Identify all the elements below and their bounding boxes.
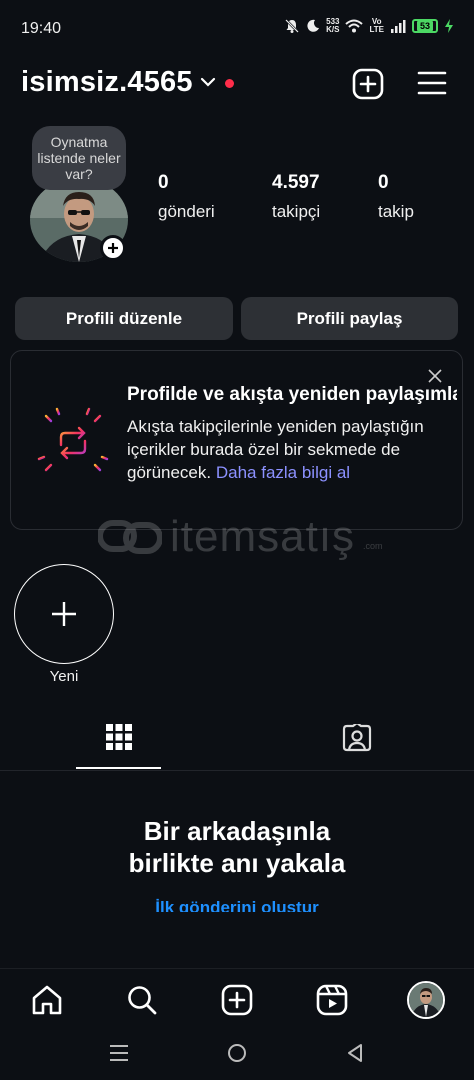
card-title: Profilde ve akışta yeniden paylaşımlar	[127, 384, 457, 405]
volte-bottom: LTE	[369, 25, 384, 34]
battery-icon: 53	[412, 19, 438, 33]
username[interactable]: isimsiz.4565	[21, 66, 193, 99]
share-profile-button[interactable]: Profili paylaş	[241, 297, 458, 340]
chevron-down-icon[interactable]	[200, 76, 216, 88]
empty-state-title-line2: birlikte anı yakala	[128, 848, 346, 878]
repost-info-card: Profilde ve akışta yeniden paylaşımlar A…	[10, 350, 463, 530]
nav-search[interactable]	[120, 980, 164, 1020]
wifi-icon	[345, 19, 364, 33]
create-first-post-link[interactable]: İlk gönderini oluştur	[155, 898, 318, 912]
plus-icon	[108, 243, 118, 253]
tab-posts-grid[interactable]	[76, 720, 161, 770]
system-recents-button[interactable]	[104, 1038, 134, 1068]
watermark-text: itemsatış	[170, 512, 356, 561]
watermark-logo	[98, 520, 162, 554]
stat-following[interactable]: 0 takip	[378, 172, 414, 222]
nav-avatar	[407, 981, 445, 1019]
close-icon[interactable]	[428, 369, 442, 383]
hamburger-icon[interactable]	[417, 70, 447, 98]
repost-icon	[33, 403, 113, 483]
tab-active-indicator	[76, 767, 161, 769]
nav-reels[interactable]	[310, 980, 354, 1020]
system-back-button[interactable]	[340, 1038, 370, 1068]
nav-avatar-image	[409, 983, 443, 1017]
charging-icon	[445, 19, 453, 33]
create-first-post-link-wrap: İlk gönderini oluştur	[0, 898, 474, 912]
system-home-button[interactable]	[222, 1038, 252, 1068]
plus-square-icon[interactable]	[352, 68, 384, 100]
battery-level: 53	[416, 21, 433, 31]
home-icon	[32, 985, 62, 1015]
back-triangle-icon	[348, 1044, 362, 1062]
tagged-icon	[342, 724, 371, 752]
grid-icon	[105, 724, 132, 750]
empty-state-title: Bir arkadaşınla birlikte anı yakala	[0, 815, 474, 879]
notification-dot	[225, 79, 234, 88]
network-speed-unit: K/S	[326, 25, 340, 34]
stat-followers-value: 4.597	[272, 172, 320, 193]
tabs-divider	[0, 770, 474, 771]
recents-icon	[110, 1045, 128, 1061]
stat-followers-label: takipçi	[272, 202, 321, 221]
learn-more-link[interactable]: Daha fazla bilgi al	[216, 463, 350, 482]
signal-icon	[391, 20, 406, 33]
tab-tagged[interactable]	[314, 720, 399, 770]
stat-followers[interactable]: 4.597 takipçi	[272, 172, 320, 222]
new-highlight-label: Yeni	[49, 668, 79, 685]
home-circle-icon	[228, 1044, 246, 1062]
add-story-button[interactable]	[100, 235, 126, 261]
search-icon	[128, 986, 157, 1015]
status-icons: 533 K/S Vo LTE 53	[284, 18, 454, 34]
plus-icon	[52, 602, 76, 626]
volte-indicator: Vo LTE	[369, 18, 384, 34]
card-body: Akışta takipçilerinle yeniden paylaştığı…	[127, 415, 437, 484]
create-icon	[221, 984, 253, 1016]
network-speed: 533 K/S	[326, 18, 339, 34]
stat-following-label: takip	[378, 202, 414, 221]
edit-profile-button[interactable]: Profili düzenle	[15, 297, 233, 340]
stat-posts-label: gönderi	[158, 202, 215, 221]
new-highlight-button[interactable]	[14, 564, 114, 664]
bell-off-icon	[285, 19, 300, 33]
note-bubble[interactable]: Oynatma listende neler var?	[32, 126, 126, 190]
stat-posts[interactable]: 0 gönderi	[158, 172, 215, 222]
nav-home[interactable]	[25, 980, 69, 1020]
moon-icon	[307, 19, 320, 32]
empty-state-title-line1: Bir arkadaşınla	[143, 816, 331, 846]
status-time: 19:40	[21, 20, 62, 37]
nav-create[interactable]	[215, 980, 259, 1020]
nav-profile[interactable]	[404, 980, 448, 1020]
reels-icon	[316, 984, 348, 1016]
stat-following-value: 0	[378, 172, 389, 193]
stat-posts-value: 0	[158, 172, 169, 193]
watermark: itemsatış .com	[98, 512, 383, 562]
watermark-domain: .com	[363, 541, 383, 551]
